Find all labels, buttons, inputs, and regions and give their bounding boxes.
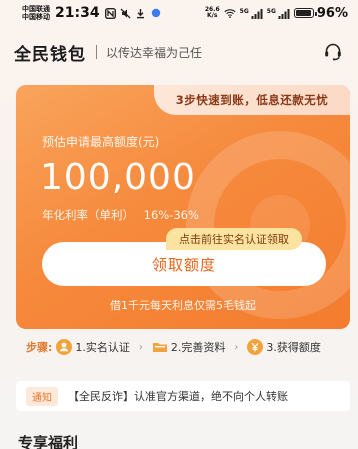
brand-title: 全民钱包 bbox=[14, 44, 86, 65]
interest-rate: 年化利率（单利） 16%-36% bbox=[42, 207, 199, 223]
rate-value: 16%-36% bbox=[143, 208, 199, 222]
promo-banner: 3步快速到账，低息还款无忧 bbox=[154, 85, 350, 115]
notice-text: 【全民反诈】认准官方渠道，绝不向个人转账 bbox=[68, 390, 288, 403]
app-header: 全民钱包 以传达幸福为己任 bbox=[0, 38, 358, 66]
step-1: 1.实名认证 bbox=[56, 339, 130, 355]
profile-icon bbox=[56, 339, 73, 355]
yen-coin-icon bbox=[247, 339, 264, 355]
step-arrow-icon: › bbox=[138, 341, 143, 353]
battery-percent: 96% bbox=[316, 5, 348, 21]
folder-icon bbox=[152, 339, 168, 355]
clock: 21:34 bbox=[55, 5, 100, 21]
carrier-1: 中国联通 bbox=[22, 5, 50, 13]
step-3-label: 3.获得额度 bbox=[266, 341, 321, 354]
carrier-2: 中国移动 bbox=[22, 13, 50, 21]
signal-sim2-icon bbox=[278, 7, 290, 19]
sim1-network-type: 5G bbox=[239, 7, 249, 15]
mute-icon bbox=[120, 7, 132, 19]
verify-tip-bubble[interactable]: 点击前往实名认证领取 bbox=[166, 228, 302, 250]
notice-bar[interactable]: 通知 【全民反诈】认准官方渠道，绝不向个人转账 bbox=[16, 381, 350, 411]
step-2: 2.完善资料 bbox=[152, 339, 226, 355]
customer-service-headset-icon[interactable] bbox=[322, 41, 344, 63]
sim2-network-type: 5G bbox=[266, 7, 276, 15]
carriers: 中国联通 中国移动 bbox=[22, 5, 50, 21]
network-speed-unit: K/s bbox=[207, 12, 218, 19]
section-title: 专享福利 bbox=[18, 434, 79, 449]
battery-icon bbox=[293, 8, 317, 18]
network-speed: 26.6 K/s bbox=[205, 7, 220, 19]
battery-fill bbox=[295, 10, 312, 16]
brand-slogan: 以传达幸福为己任 bbox=[106, 45, 203, 60]
status-right: 26.6 K/s 5G 5G 96% bbox=[205, 6, 348, 21]
header-divider bbox=[96, 45, 97, 59]
interest-note: 借1千元每天利息仅需5毛钱起 bbox=[110, 299, 256, 312]
notification-icons bbox=[105, 7, 162, 19]
step-arrow-icon: › bbox=[234, 341, 239, 353]
status-bar: 中国联通 中国移动 21:34 26.6 K/s 5G 5G 96% bbox=[0, 0, 358, 26]
steps-row: 步骤: 1.实名认证 › 2.完善资料 › 3.获得额度 bbox=[16, 334, 350, 360]
step-2-label: 2.完善资料 bbox=[170, 341, 226, 354]
notice-badge: 通知 bbox=[26, 386, 58, 406]
limit-amount: 100,000 bbox=[40, 157, 196, 198]
rate-label: 年化利率（单利） bbox=[42, 208, 134, 222]
battery: 96% bbox=[293, 5, 348, 21]
step-1-label: 1.实名认证 bbox=[75, 341, 130, 354]
step-3: 3.获得额度 bbox=[247, 339, 321, 355]
download-icon bbox=[135, 7, 147, 19]
wifi-icon bbox=[224, 7, 236, 19]
steps-label: 步骤: bbox=[26, 341, 53, 354]
nfc-icon bbox=[105, 7, 117, 19]
signal-sim1-icon bbox=[251, 7, 263, 19]
app-notification-dot-icon bbox=[150, 7, 162, 19]
loan-card: 3步快速到账，低息还款无忧 预估申请最高额度(元) 100,000 年化利率（单… bbox=[16, 85, 350, 329]
limit-label: 预估申请最高额度(元) bbox=[42, 135, 160, 149]
